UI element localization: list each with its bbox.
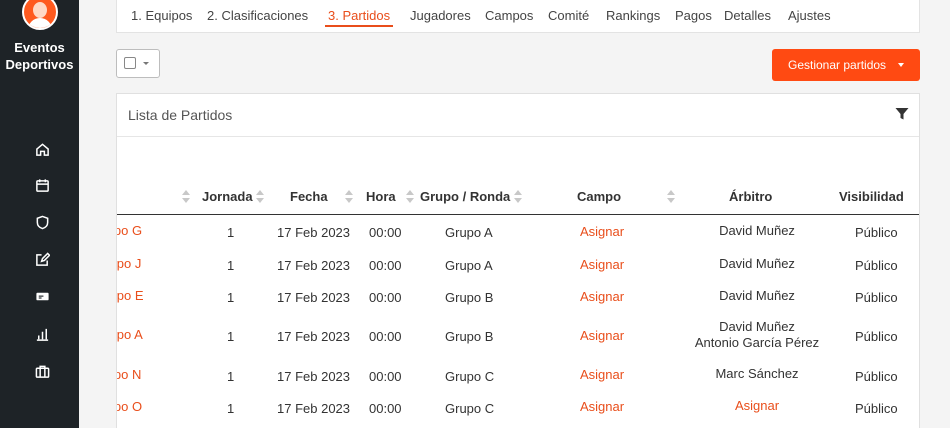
jornada-cell: 1 — [227, 290, 235, 305]
brand-line-2: Deportivos — [5, 57, 74, 72]
arbitro-cell: David Muñez — [719, 223, 795, 238]
hora-cell: 00:00 — [369, 401, 402, 416]
visibilidad-cell: Público — [855, 369, 898, 384]
tab-comite[interactable]: Comité — [548, 8, 589, 23]
arbitro-cell: Marc Sánchez — [715, 366, 799, 381]
fecha-cell: 17 Feb 2023 — [277, 401, 351, 416]
arbitro-cell: David Muñez — [719, 288, 795, 303]
filter-icon[interactable] — [895, 107, 909, 121]
grupo-cell: Grupo B — [445, 290, 494, 305]
col-fecha[interactable]: Fecha — [290, 189, 328, 204]
team-link[interactable]: ipo G — [117, 223, 142, 238]
grupo-cell: Grupo A — [445, 225, 493, 240]
grupo-cell: Grupo A — [445, 258, 493, 273]
select-all-dropdown[interactable] — [116, 49, 160, 78]
team-link[interactable]: iipo A — [117, 327, 143, 342]
jornada-cell: 1 — [227, 258, 235, 273]
hora-cell: 00:00 — [369, 290, 402, 305]
divider — [117, 136, 919, 137]
sort-icon[interactable] — [406, 190, 414, 204]
hora-cell: 00:00 — [369, 329, 402, 344]
col-campo[interactable]: Campo — [577, 189, 621, 204]
col-visibilidad[interactable]: Visibilidad — [839, 189, 904, 204]
tab-rankings[interactable]: Rankings — [606, 8, 660, 23]
jornada-cell: 1 — [227, 369, 235, 384]
assign-campo-link[interactable]: Asignar — [580, 224, 624, 239]
sort-icon[interactable] — [514, 190, 522, 204]
team-link[interactable]: ipo N — [117, 367, 141, 382]
sort-icon[interactable] — [345, 190, 353, 204]
visibilidad-cell: Público — [855, 329, 898, 344]
edit-icon[interactable] — [33, 250, 51, 268]
sort-icon[interactable] — [667, 190, 675, 204]
header-divider — [117, 214, 919, 215]
caret-down-icon — [898, 63, 904, 67]
jornada-cell: 1 — [227, 401, 235, 416]
hora-cell: 00:00 — [369, 258, 402, 273]
home-icon[interactable] — [33, 140, 51, 158]
visibilidad-cell: Público — [855, 225, 898, 240]
team-link[interactable]: iipo E — [117, 288, 144, 303]
visibilidad-cell: Público — [855, 401, 898, 416]
hora-cell: 00:00 — [369, 225, 402, 240]
hora-cell: 00:00 — [369, 369, 402, 384]
ticket-icon[interactable] — [33, 287, 51, 305]
team-link[interactable]: iipo J — [117, 256, 141, 271]
calendar-icon[interactable] — [33, 176, 51, 194]
tab-ajustes[interactable]: Ajustes — [788, 8, 831, 23]
avatar-logo[interactable] — [22, 0, 58, 30]
assign-campo-link[interactable]: Asignar — [580, 367, 624, 382]
arbitro-cell: Antonio García Pérez — [694, 335, 820, 350]
fecha-cell: 17 Feb 2023 — [277, 329, 351, 344]
tab-bar: 1. Equipos 2. Clasificaciones 3. Partido… — [116, 0, 920, 33]
manage-matches-label: Gestionar partidos — [788, 58, 887, 72]
grupo-cell: Grupo C — [445, 401, 495, 416]
grupo-cell: Grupo C — [445, 369, 495, 384]
jornada-cell: 1 — [227, 329, 235, 344]
col-hora[interactable]: Hora — [366, 189, 396, 204]
avatar-body — [28, 18, 52, 28]
select-all-checkbox[interactable] — [124, 57, 136, 69]
visibilidad-cell: Público — [855, 290, 898, 305]
assign-campo-link[interactable]: Asignar — [580, 257, 624, 272]
matches-panel: Lista de Partidos Jornada Fecha Hora Gru… — [116, 93, 920, 428]
tab-equipos[interactable]: 1. Equipos — [131, 8, 192, 23]
assign-arbitro-link[interactable]: Asignar — [677, 398, 837, 414]
arbitro-cell: David Muñez — [719, 256, 795, 271]
sidebar: Eventos Deportivos — [0, 0, 79, 428]
shield-icon[interactable] — [33, 213, 51, 231]
caret-down-icon — [143, 62, 149, 65]
manage-matches-button[interactable]: Gestionar partidos — [772, 49, 920, 81]
fecha-cell: 17 Feb 2023 — [277, 290, 351, 305]
grupo-cell: Grupo B — [445, 329, 494, 344]
bar-chart-icon[interactable] — [33, 325, 51, 343]
assign-campo-link[interactable]: Asignar — [580, 328, 624, 343]
tab-partidos[interactable]: 3. Partidos — [324, 8, 394, 27]
visibilidad-cell: Público — [855, 258, 898, 273]
jornada-cell: 1 — [227, 225, 235, 240]
panel-title: Lista de Partidos — [128, 107, 233, 123]
tab-campos[interactable]: Campos — [485, 8, 533, 23]
sort-icon[interactable] — [182, 190, 190, 204]
brand-name[interactable]: Eventos Deportivos — [0, 39, 79, 73]
sort-icon[interactable] — [256, 190, 264, 204]
team-link[interactable]: ipo O — [117, 399, 142, 414]
fecha-cell: 17 Feb 2023 — [277, 225, 351, 240]
brand-line-1: Eventos — [14, 40, 65, 55]
briefcase-icon[interactable] — [33, 362, 51, 380]
arbitro-cell: David Muñez — [719, 319, 795, 334]
assign-campo-link[interactable]: Asignar — [580, 399, 624, 414]
tab-jugadores[interactable]: Jugadores — [410, 8, 471, 23]
col-jornada[interactable]: Jornada — [202, 189, 253, 204]
avatar-face — [33, 2, 47, 18]
tab-pagos[interactable]: Pagos — [675, 8, 712, 23]
col-grupo[interactable]: Grupo / Ronda — [420, 189, 510, 204]
fecha-cell: 17 Feb 2023 — [277, 258, 351, 273]
tab-clasificaciones[interactable]: 2. Clasificaciones — [207, 8, 308, 23]
tab-detalles[interactable]: Detalles — [724, 8, 771, 23]
assign-campo-link[interactable]: Asignar — [580, 289, 624, 304]
col-arbitro[interactable]: Árbitro — [729, 189, 772, 204]
fecha-cell: 17 Feb 2023 — [277, 369, 351, 384]
